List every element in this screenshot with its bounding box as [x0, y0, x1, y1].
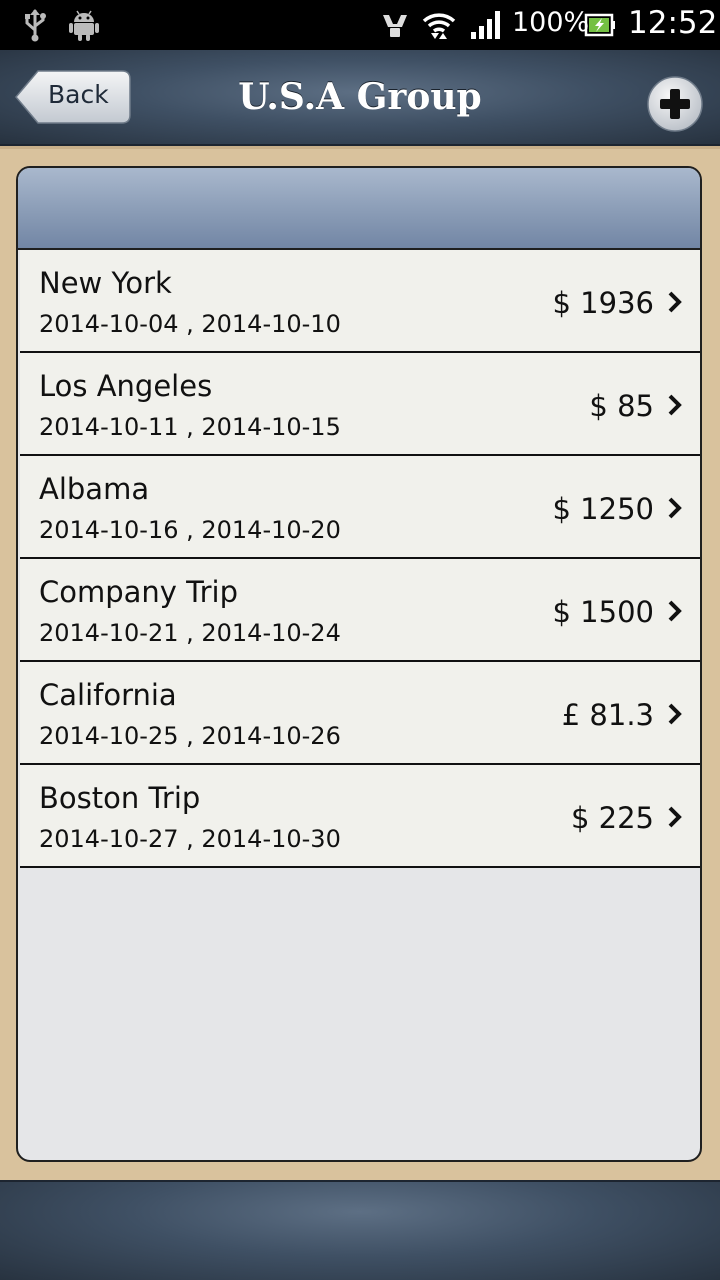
trip-list: New York 2014-10-04 , 2014-10-10 $ 1936 …	[20, 250, 700, 868]
vibrate-icon	[383, 15, 407, 37]
trip-dates: 2014-10-04 , 2014-10-10	[39, 310, 341, 338]
trip-dates: 2014-10-21 , 2014-10-24	[39, 619, 341, 647]
status-bar: 100% 12:52	[0, 0, 720, 50]
clock: 12:52	[628, 5, 718, 41]
battery-icon	[584, 13, 615, 37]
wifi-icon	[422, 13, 456, 39]
trip-dates: 2014-10-16 , 2014-10-20	[39, 516, 341, 544]
trip-amount: £ 81.3	[561, 698, 654, 732]
page-title: U.S.A Group	[238, 76, 482, 118]
trip-list-panel: New York 2014-10-04 , 2014-10-10 $ 1936 …	[16, 166, 702, 1162]
android-debug-icon	[69, 10, 99, 41]
trip-name: California	[39, 678, 177, 712]
panel-header	[18, 168, 700, 250]
trip-name: Company Trip	[39, 575, 239, 609]
add-button[interactable]	[646, 75, 704, 133]
chevron-right-icon	[668, 703, 682, 725]
trip-dates: 2014-10-11 , 2014-10-15	[39, 413, 341, 441]
chevron-right-icon	[668, 497, 682, 519]
screen: 100% 12:52 Back U.S.A Group New York 201…	[0, 0, 720, 1280]
trip-row[interactable]: Los Angeles 2014-10-11 , 2014-10-15 $ 85	[20, 353, 700, 456]
trip-name: Los Angeles	[39, 369, 213, 403]
trip-row[interactable]: Boston Trip 2014-10-27 , 2014-10-30 $ 22…	[20, 765, 700, 868]
nav-bar: Back U.S.A Group	[0, 50, 720, 146]
chevron-right-icon	[668, 394, 682, 416]
battery-percent: 100%	[512, 7, 590, 38]
trip-amount: $ 1936	[552, 286, 654, 320]
trip-row[interactable]: California 2014-10-25 , 2014-10-26 £ 81.…	[20, 662, 700, 765]
trip-row[interactable]: Albama 2014-10-16 , 2014-10-20 $ 1250	[20, 456, 700, 559]
trip-amount: $ 225	[570, 801, 654, 835]
chevron-right-icon	[668, 291, 682, 313]
signal-icon	[471, 11, 500, 39]
trip-amount: $ 1500	[552, 595, 654, 629]
bottom-toolbar	[0, 1180, 720, 1280]
trip-amount: $ 85	[589, 389, 654, 423]
trip-dates: 2014-10-25 , 2014-10-26	[39, 722, 341, 750]
trip-amount: $ 1250	[552, 492, 654, 526]
trip-name: New York	[39, 266, 172, 300]
chevron-right-icon	[668, 806, 682, 828]
usb-icon	[25, 9, 46, 42]
trip-row[interactable]: Company Trip 2014-10-21 , 2014-10-24 $ 1…	[20, 559, 700, 662]
trip-name: Boston Trip	[39, 781, 201, 815]
trip-name: Albama	[39, 472, 150, 506]
trip-row[interactable]: New York 2014-10-04 , 2014-10-10 $ 1936	[20, 250, 700, 353]
trip-dates: 2014-10-27 , 2014-10-30	[39, 825, 341, 853]
chevron-right-icon	[668, 600, 682, 622]
